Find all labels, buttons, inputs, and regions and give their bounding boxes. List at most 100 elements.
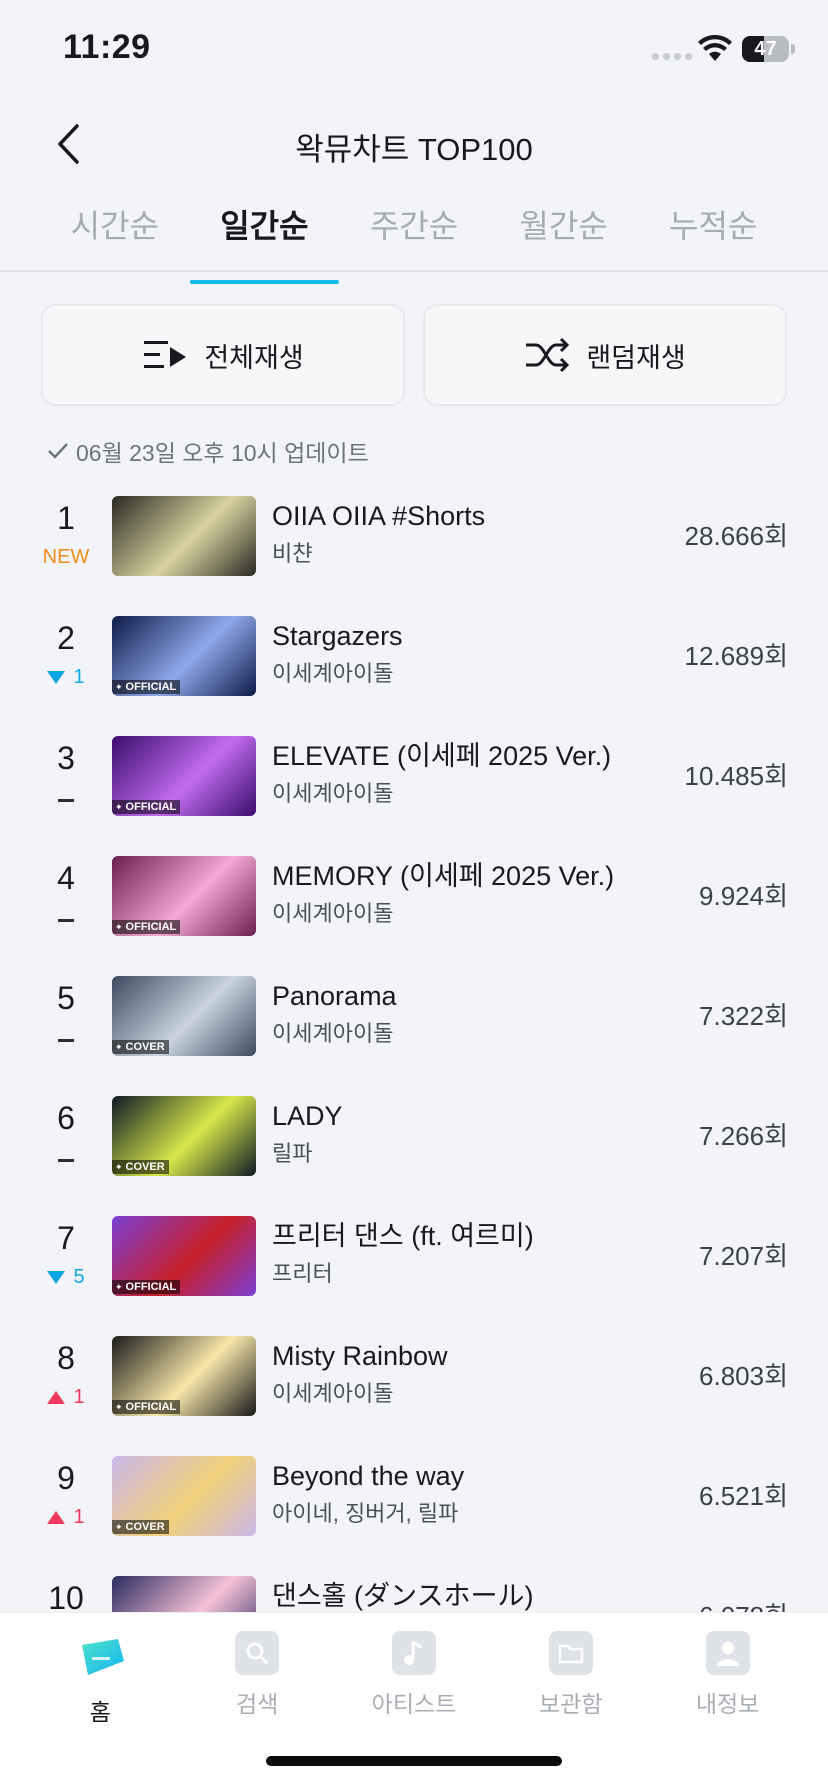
playlist-play-icon	[144, 341, 187, 368]
play-count: 7.266회	[699, 1121, 788, 1151]
thumb-badge-label: COVER	[125, 1041, 165, 1053]
rank-col: 8 1	[28, 1338, 104, 1410]
song-title: 프리터 댄스 (ft. 여르미)	[272, 1221, 534, 1251]
tab-monthly[interactable]: 월간순	[489, 196, 639, 270]
chart-row[interactable]: 8 1 ✦ OFFICIAL Misty Rainbow 이세계아이돌 6.803…	[0, 1320, 828, 1440]
rank-col: 1 NEW	[28, 498, 104, 570]
thumb-badge: ✦ COVER	[112, 1520, 169, 1534]
thumb-badge-label: OFFICIAL	[125, 801, 177, 813]
nav-label: 아티스트	[371, 1691, 457, 1717]
dash-icon	[58, 798, 74, 802]
rank-col: 9 1	[28, 1458, 104, 1530]
song-title: OIIA OIIA #Shorts	[272, 501, 486, 531]
play-count: 6.521회	[699, 1481, 788, 1511]
rank-number: 6	[57, 1100, 75, 1136]
up-arrow-icon	[47, 1510, 66, 1524]
chart-row[interactable]: 3 ✦ OFFICIAL ELEVATE (이세페 2025 Ver.) 이세계아…	[0, 720, 828, 840]
home-icon	[72, 1631, 128, 1683]
rank-number: 4	[57, 860, 75, 896]
channel-logo-icon: ✦	[115, 922, 123, 932]
check-icon	[48, 443, 68, 459]
song-thumbnail: ✦ OFFICIAL	[112, 1336, 256, 1416]
tab-weekly[interactable]: 주간순	[339, 196, 489, 270]
song-title: Stargazers	[272, 621, 403, 651]
rank-number: 2	[57, 620, 75, 656]
nav-item-search[interactable]: 검색	[187, 1631, 327, 1727]
period-tabs: 시간순 일간순 주간순 월간순 누적순	[0, 196, 828, 284]
thumb-badge: ✦ OFFICIAL	[112, 680, 181, 694]
nav-item-home[interactable]: 홈	[30, 1631, 170, 1727]
thumb-badge-label: OFFICIAL	[125, 681, 177, 693]
song-info: Beyond the way 아이네, 징버거, 릴파	[272, 1458, 632, 1530]
nav-item-user[interactable]: 내정보	[658, 1631, 798, 1727]
play-all-button[interactable]: 전체재생	[41, 304, 405, 406]
channel-logo-icon: ✦	[115, 802, 123, 812]
chart-row[interactable]: 6 ✦ COVER LADY 릴파 7.266회	[0, 1080, 828, 1200]
rank-number: 5	[57, 980, 75, 1016]
rank-change-same	[28, 1024, 104, 1050]
song-thumbnail: ✦ COVER	[112, 976, 256, 1056]
update-note-text: 06월 23일 오후 10시 업데이트	[76, 440, 369, 466]
play-count: 6.803회	[699, 1361, 788, 1391]
update-note: 06월 23일 오후 10시 업데이트	[46, 434, 369, 468]
song-info: Stargazers 이세계아이돌	[272, 618, 632, 690]
song-thumbnail: ✦ OFFICIAL	[112, 616, 256, 696]
dash-icon	[58, 918, 74, 922]
chart-row[interactable]: 4 ✦ OFFICIAL MEMORY (이세페 2025 Ver.) 이세계아이…	[0, 840, 828, 960]
nav-label: 보관함	[539, 1691, 603, 1717]
user-icon	[705, 1631, 750, 1675]
rank-change-label: 1	[73, 666, 85, 688]
dash-icon	[58, 1038, 74, 1042]
song-title: Beyond the way	[272, 1461, 465, 1491]
rank-change-label: 1	[73, 1506, 85, 1528]
tab-hourly[interactable]: 시간순	[40, 196, 190, 270]
thumb-badge: ✦ OFFICIAL	[112, 1400, 181, 1414]
song-info: ELEVATE (이세페 2025 Ver.) 이세계아이돌	[272, 738, 632, 810]
rank-change-label: 5	[73, 1266, 85, 1288]
shuffle-button[interactable]: 랜덤재생	[423, 304, 787, 406]
music-note-icon	[391, 1631, 436, 1675]
song-artist: 이세계아이돌	[272, 1381, 394, 1406]
song-title: ELEVATE (이세페 2025 Ver.)	[272, 741, 612, 771]
chart-row[interactable]: 9 1 ✦ COVER Beyond the way 아이네, 징버거, 릴파 6…	[0, 1440, 828, 1560]
thumb-badge: ✦ OFFICIAL	[112, 920, 181, 934]
wifi-icon	[698, 35, 732, 61]
song-info: Panorama 이세계아이돌	[272, 978, 632, 1050]
song-artist: 이세계아이돌	[272, 781, 394, 806]
rank-change-new: NEW	[28, 544, 104, 570]
song-thumbnail: ✦ COVER	[112, 1456, 256, 1536]
down-arrow-icon	[47, 1270, 66, 1284]
chart-row[interactable]: 2 1 ✦ OFFICIAL Stargazers 이세계아이돌 12.689회	[0, 600, 828, 720]
channel-logo-icon: ✦	[115, 682, 123, 692]
chart-row[interactable]: 5 ✦ COVER Panorama 이세계아이돌 7.322회	[0, 960, 828, 1080]
rank-number: 9	[57, 1460, 75, 1496]
song-thumbnail: ✦ COVER	[112, 1096, 256, 1176]
tab-daily[interactable]: 일간순	[189, 196, 340, 284]
nav-item-folder[interactable]: 보관함	[501, 1631, 641, 1727]
nav-label: 홈	[89, 1699, 111, 1725]
folder-icon	[548, 1631, 593, 1675]
play-count: 12.689회	[684, 641, 788, 671]
nav-item-music-note[interactable]: 아티스트	[344, 1631, 484, 1727]
chart-row[interactable]: 7 5 ✦ OFFICIAL 프리터 댄스 (ft. 여르미) 프리터 7.207…	[0, 1200, 828, 1320]
song-artist: 이세계아이돌	[272, 901, 394, 926]
thumb-badge-label: OFFICIAL	[125, 1281, 177, 1293]
search-icon	[235, 1631, 280, 1675]
rank-change-down: 5	[28, 1264, 104, 1290]
play-all-label: 전체재생	[204, 342, 304, 373]
song-artist: 아이네, 징버거, 릴파	[272, 1501, 459, 1526]
play-actions: 전체재생 랜덤재생	[41, 304, 787, 406]
thumb-badge-label: COVER	[125, 1521, 165, 1533]
chart-row[interactable]: 1 NEW OIIA OIIA #Shorts 비챤 28.666회	[0, 480, 828, 600]
channel-logo-icon: ✦	[115, 1162, 123, 1172]
song-title: LADY	[272, 1101, 343, 1131]
channel-logo-icon: ✦	[115, 1522, 123, 1532]
dash-icon	[58, 1158, 74, 1162]
rank-number: 7	[57, 1220, 75, 1256]
song-info: OIIA OIIA #Shorts 비챤	[272, 498, 632, 570]
up-arrow-icon	[47, 1390, 66, 1404]
home-indicator	[266, 1756, 562, 1766]
shuffle-label: 랜덤재생	[586, 342, 686, 373]
tab-cumulative[interactable]: 누적순	[638, 196, 788, 270]
rank-change-down: 1	[28, 664, 104, 690]
